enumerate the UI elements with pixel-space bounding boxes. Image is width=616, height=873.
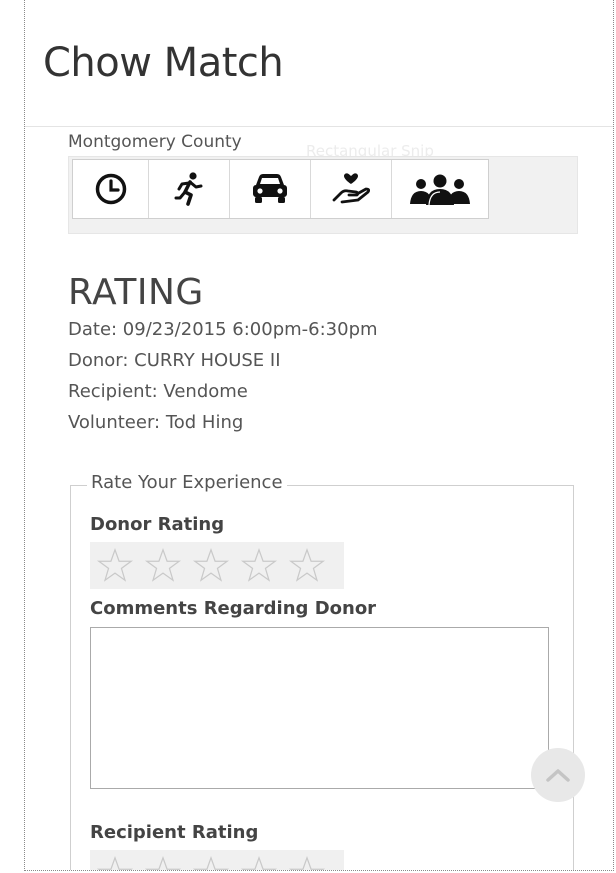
car-button[interactable] xyxy=(230,160,311,218)
recipient-rating-stars xyxy=(90,850,344,872)
volunteer-name: Volunteer: Tod Hing xyxy=(68,412,244,433)
recipient-rating-label: Recipient Rating xyxy=(90,822,259,843)
donor-rating-label: Donor Rating xyxy=(90,514,225,535)
app-frame: Chow Match Rectangular Snip Montgomery C… xyxy=(24,0,614,871)
hand-heart-icon xyxy=(332,173,370,204)
donor-comments-textarea[interactable] xyxy=(90,627,549,789)
delivery-date: Date: 09/23/2015 6:00pm-6:30pm xyxy=(68,319,378,340)
donor-comments-label: Comments Regarding Donor xyxy=(90,598,377,619)
donor-star-3-icon[interactable] xyxy=(192,547,230,585)
donor-star-1-icon[interactable] xyxy=(96,547,134,585)
donor-star-5-icon[interactable] xyxy=(288,547,326,585)
recipient-star-3-icon[interactable] xyxy=(192,855,230,872)
clock-icon xyxy=(95,173,126,205)
recipient-star-1-icon[interactable] xyxy=(96,855,134,872)
county-label: Montgomery County xyxy=(68,132,242,152)
car-icon xyxy=(253,174,287,203)
chevron-up-icon xyxy=(546,769,570,782)
fieldset-legend: Rate Your Experience xyxy=(87,472,287,493)
donate-button[interactable] xyxy=(311,160,392,218)
running-person-icon xyxy=(174,172,203,206)
clock-button[interactable] xyxy=(73,160,149,218)
main-content: Rectangular Snip Montgomery County RATIN… xyxy=(68,128,585,872)
rate-experience-fieldset: Rate Your Experience Donor Rating Commen… xyxy=(70,472,574,872)
donor-rating-stars xyxy=(90,542,344,589)
recipient-star-2-icon[interactable] xyxy=(144,855,182,872)
group-button[interactable] xyxy=(392,160,488,218)
toolbar-well xyxy=(68,156,578,234)
donor-star-4-icon[interactable] xyxy=(240,547,278,585)
recipient-star-5-icon[interactable] xyxy=(288,855,326,872)
donor-star-2-icon[interactable] xyxy=(144,547,182,585)
header-divider xyxy=(25,126,613,127)
rating-heading: RATING xyxy=(68,272,204,313)
recipient-star-4-icon[interactable] xyxy=(240,855,278,872)
donor-name: Donor: CURRY HOUSE II xyxy=(68,350,281,371)
nav-toolbar xyxy=(72,159,489,219)
group-people-icon xyxy=(410,174,470,206)
recipient-name: Recipient: Vendome xyxy=(68,381,248,402)
scroll-to-top-button[interactable] xyxy=(531,748,585,802)
app-title: Chow Match xyxy=(43,40,284,86)
run-button[interactable] xyxy=(149,160,230,218)
